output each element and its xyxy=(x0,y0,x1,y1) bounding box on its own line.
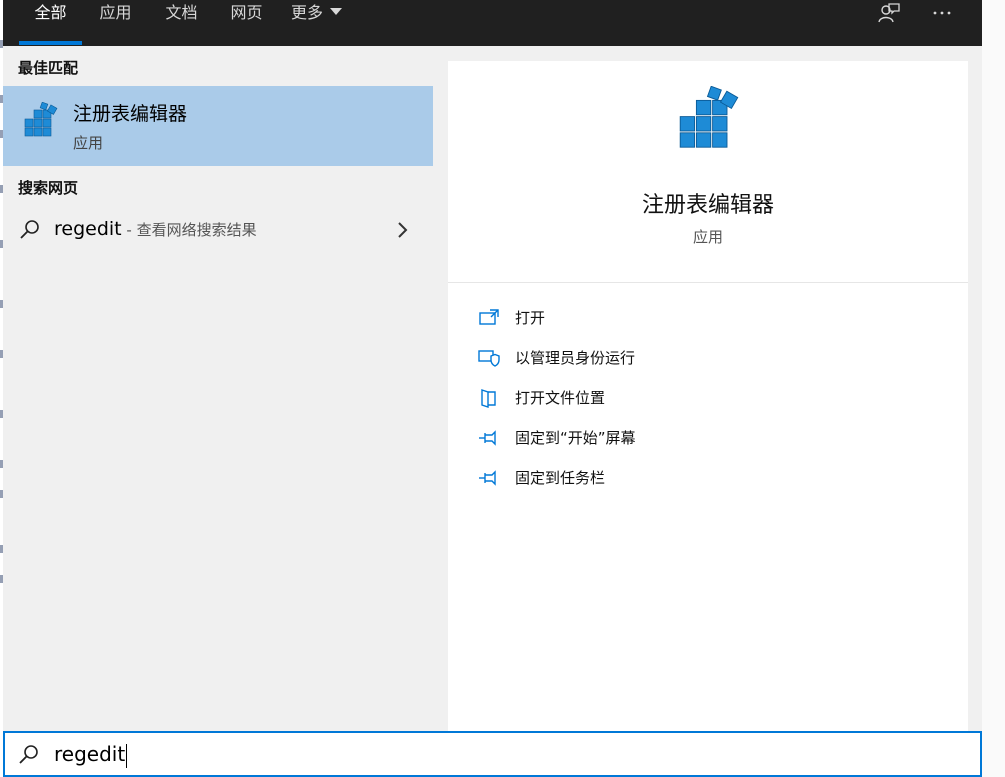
chevron-right-icon[interactable] xyxy=(396,220,410,240)
more-options-icon[interactable] xyxy=(928,2,956,24)
web-query-text: regedit xyxy=(54,218,122,240)
detail-divider xyxy=(448,282,968,283)
action-pin-to-taskbar-label: 固定到任务栏 xyxy=(515,469,606,487)
best-match-name: 注册表编辑器 xyxy=(73,103,188,125)
tab-more-label: 更多 xyxy=(291,3,324,22)
action-open-file-location[interactable]: 打开文件位置 xyxy=(478,385,958,415)
action-open[interactable]: 打开 xyxy=(478,305,958,335)
chevron-down-icon xyxy=(330,8,343,15)
best-match-type: 应用 xyxy=(73,134,104,152)
results-list: 最佳匹配 注册表编辑器 应用 搜索网页 regedit - 查看网络搜索结果 xyxy=(3,46,433,731)
tab-apps-label: 应用 xyxy=(99,3,132,22)
search-input[interactable]: regedit xyxy=(54,742,128,768)
web-search-heading: 搜索网页 xyxy=(18,179,79,197)
detail-app-title: 注册表编辑器 xyxy=(641,193,774,218)
best-match-heading: 最佳匹配 xyxy=(18,59,79,77)
web-query-hint: - 查看网络搜索结果 xyxy=(121,221,257,239)
active-tab-indicator xyxy=(19,41,82,45)
background-window-edge-right xyxy=(982,0,1005,777)
tab-documents[interactable]: 文档 xyxy=(159,0,204,46)
tab-all[interactable]: 全部 xyxy=(19,0,82,46)
search-scope-tabs: 全部 应用 文档 网页 更多 xyxy=(3,0,982,46)
tab-web[interactable]: 网页 xyxy=(224,0,269,46)
pin-icon xyxy=(479,430,496,446)
registry-editor-icon xyxy=(24,102,58,137)
tab-all-label: 全部 xyxy=(34,3,67,22)
search-icon xyxy=(19,745,38,764)
web-search-suggestion[interactable]: regedit - 查看网络搜索结果 xyxy=(3,211,433,251)
action-open-file-location-label: 打开文件位置 xyxy=(515,389,606,407)
text-cursor xyxy=(126,743,128,768)
registry-editor-large-icon xyxy=(679,86,739,148)
action-run-as-admin-label: 以管理员身份运行 xyxy=(515,349,636,367)
tab-web-label: 网页 xyxy=(230,3,263,22)
action-pin-to-start-label: 固定到“开始”屏幕 xyxy=(515,429,636,447)
detail-pane: 注册表编辑器 应用 打开 以管理员身份运行 打开文件位置 固定到“开始”屏幕 固… xyxy=(448,61,968,731)
tab-apps[interactable]: 应用 xyxy=(93,0,138,46)
action-open-label: 打开 xyxy=(515,309,546,327)
feedback-icon[interactable] xyxy=(875,2,903,24)
action-pin-to-start[interactable]: 固定到“开始”屏幕 xyxy=(478,425,958,455)
search-input-value: regedit xyxy=(54,742,126,766)
search-icon xyxy=(20,220,39,239)
action-pin-to-taskbar[interactable]: 固定到任务栏 xyxy=(478,465,958,495)
pin-icon xyxy=(479,470,496,486)
tab-documents-label: 文档 xyxy=(165,3,198,22)
start-search-panel: 全部 应用 文档 网页 更多 最佳匹配 注册表编辑器 应用 搜索网页 reged… xyxy=(3,0,982,777)
tab-more[interactable]: 更多 xyxy=(291,0,361,46)
detail-app-type: 应用 xyxy=(692,228,723,246)
search-box[interactable]: regedit xyxy=(3,731,982,777)
action-run-as-admin[interactable]: 以管理员身份运行 xyxy=(478,345,958,375)
file-location-icon xyxy=(481,389,496,408)
shield-icon xyxy=(478,350,500,367)
open-icon xyxy=(479,309,499,325)
best-match-item[interactable]: 注册表编辑器 应用 xyxy=(3,86,433,166)
